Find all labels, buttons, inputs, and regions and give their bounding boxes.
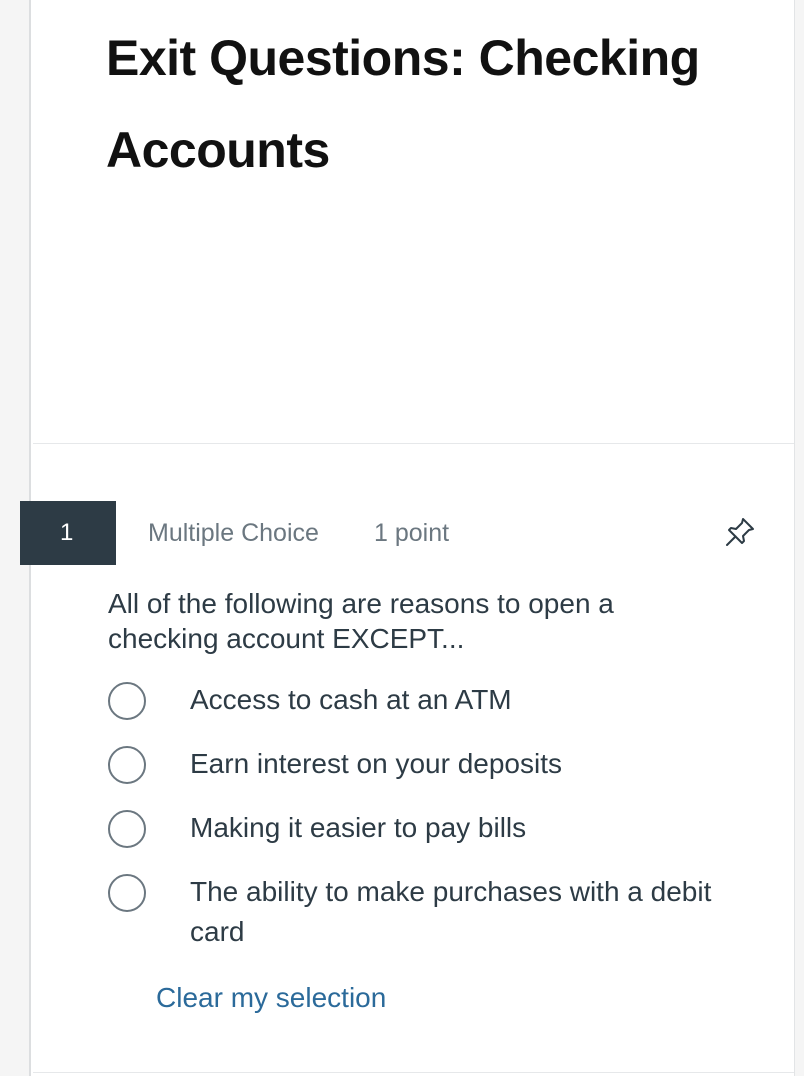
pin-question-button[interactable]: [720, 512, 760, 552]
bottom-divider: [33, 1072, 794, 1073]
answer-radio[interactable]: [108, 682, 146, 720]
question-number-badge: 1: [20, 501, 116, 565]
question-type: Multiple Choice: [148, 519, 319, 547]
answer-label: Earn interest on your deposits: [190, 748, 562, 779]
quiz-title: Exit Questions: Checking Accounts: [106, 30, 700, 178]
answer-label: Access to cash at an ATM: [190, 684, 512, 715]
answer-radio[interactable]: [108, 874, 146, 912]
question-prompt: All of the following are reasons to open…: [108, 588, 614, 654]
right-rail: [794, 0, 804, 1076]
pin-icon: [726, 518, 754, 546]
question-number: 1: [60, 519, 74, 546]
answer-radio[interactable]: [108, 810, 146, 848]
clear-selection-link[interactable]: Clear my selection: [156, 978, 386, 1018]
header-divider: [33, 443, 794, 444]
answer-label: The ability to make purchases with a deb…: [190, 876, 712, 947]
answer-label: Making it easier to pay bills: [190, 812, 527, 843]
answer-radio[interactable]: [108, 746, 146, 784]
question-points: 1 point: [374, 519, 450, 547]
